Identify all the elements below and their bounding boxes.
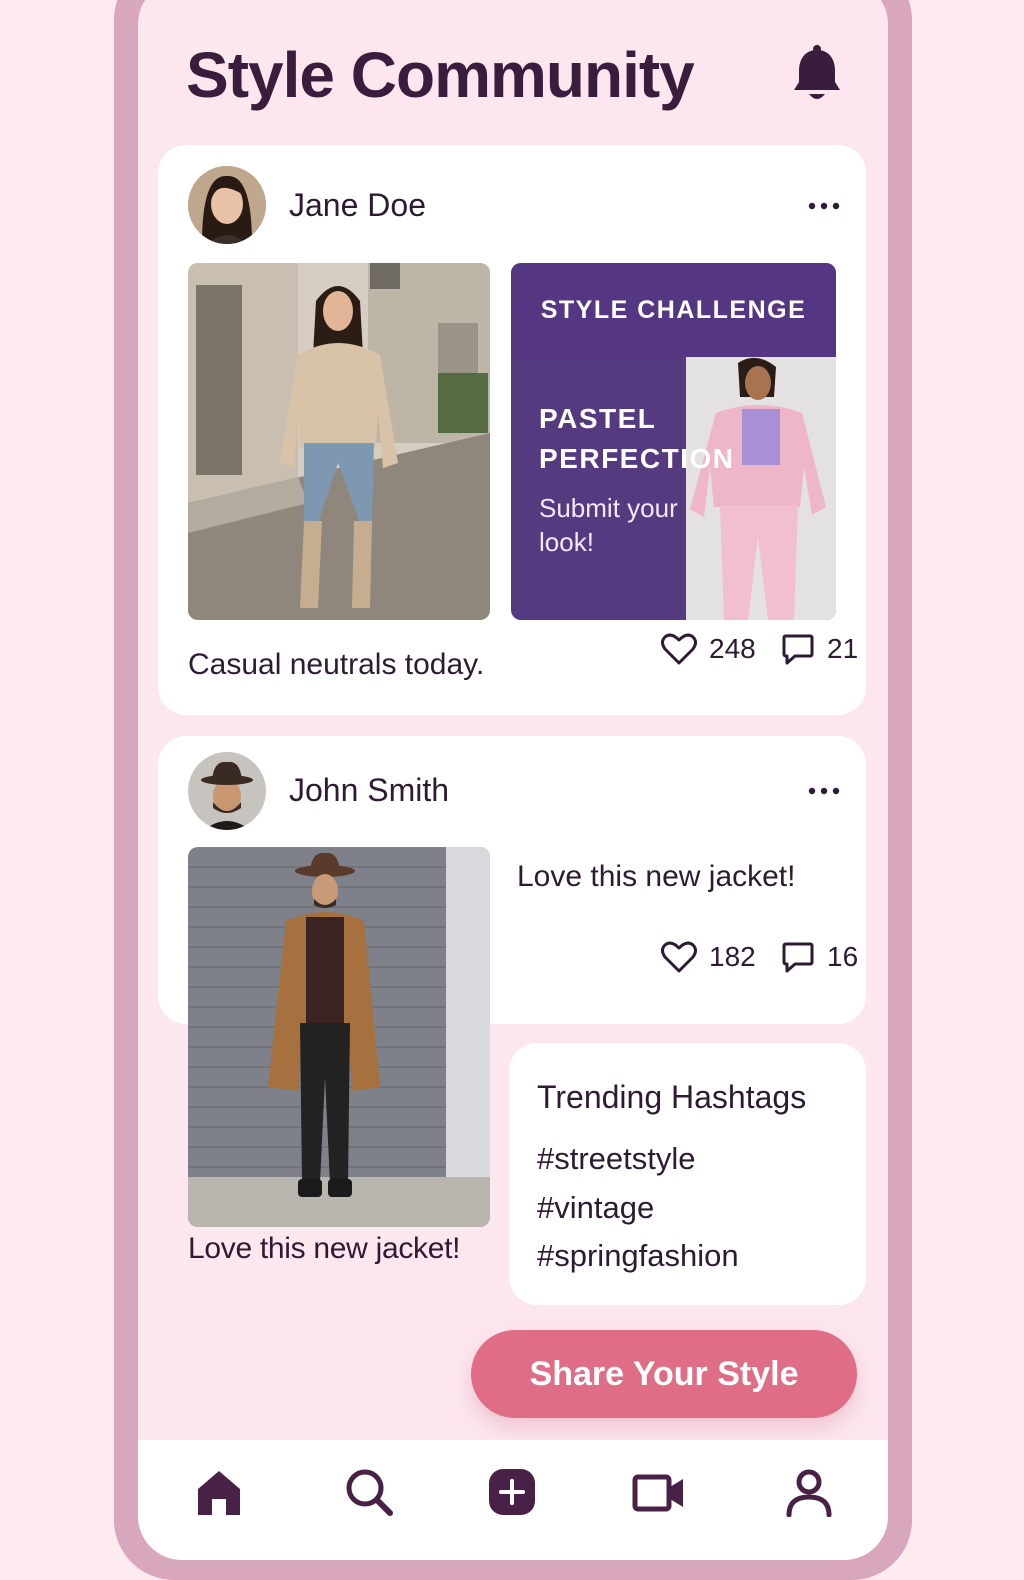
comment-icon[interactable] [781, 632, 815, 666]
nav-video[interactable] [629, 1462, 689, 1522]
comment-count: 16 [827, 941, 859, 972]
post-photo[interactable] [188, 847, 490, 1227]
more-options-icon[interactable] [807, 786, 841, 796]
like-stat[interactable]: 182 [661, 940, 756, 974]
trending-hashtags-card: Trending Hashtags #streetstyle #vintage … [509, 1043, 866, 1305]
page-title: Style Community [186, 39, 695, 111]
challenge-subtitle: Submit your look! [539, 493, 678, 557]
trending-title: Trending Hashtags [537, 1079, 807, 1115]
heart-icon[interactable] [661, 940, 697, 974]
nav-profile[interactable] [779, 1462, 839, 1522]
like-count: 248 [709, 633, 756, 664]
like-count: 182 [709, 941, 756, 972]
nav-home[interactable] [189, 1462, 249, 1522]
avatar[interactable] [188, 752, 266, 830]
comment-count: 21 [827, 633, 859, 664]
post-caption: Casual neutrals today. [188, 648, 485, 681]
search-icon[interactable] [344, 1467, 394, 1517]
hashtag-link[interactable]: #streetstyle [537, 1141, 696, 1177]
comment-stat[interactable]: 16 [781, 940, 858, 974]
style-challenge-card[interactable]: STYLE CHALLENGE PASTEL PERFECTION Submit… [511, 263, 836, 620]
like-stat[interactable]: 248 [661, 632, 756, 666]
post-caption: Love this new jacket! [517, 860, 796, 893]
app-screen: Style Community Jane Doe STYLE CHALLENGE… [138, 0, 888, 1560]
video-icon[interactable] [632, 1467, 686, 1517]
post-username[interactable]: John Smith [289, 772, 449, 809]
challenge-header: STYLE CHALLENGE [511, 263, 836, 357]
post-username[interactable]: Jane Doe [289, 187, 426, 224]
hashtag-link[interactable]: #vintage [537, 1190, 654, 1226]
post-photo[interactable] [188, 263, 490, 620]
comment-stat[interactable]: 21 [781, 632, 858, 666]
share-style-button[interactable]: Share Your Style [471, 1330, 857, 1418]
comment-icon[interactable] [781, 940, 815, 974]
challenge-photo [686, 357, 836, 620]
nav-add[interactable] [482, 1462, 542, 1522]
avatar[interactable] [188, 166, 266, 244]
hashtag-link[interactable]: #springfashion [537, 1238, 739, 1274]
profile-icon[interactable] [784, 1467, 834, 1517]
add-icon[interactable] [487, 1467, 537, 1517]
heart-icon[interactable] [661, 632, 697, 666]
nav-search[interactable] [339, 1462, 399, 1522]
bell-icon[interactable] [790, 44, 844, 104]
home-icon[interactable] [194, 1467, 244, 1517]
bottom-nav [138, 1440, 888, 1560]
photo-caption: Love this new jacket! [188, 1232, 461, 1265]
challenge-title: PASTEL PERFECTION [539, 403, 735, 474]
more-options-icon[interactable] [807, 201, 841, 211]
